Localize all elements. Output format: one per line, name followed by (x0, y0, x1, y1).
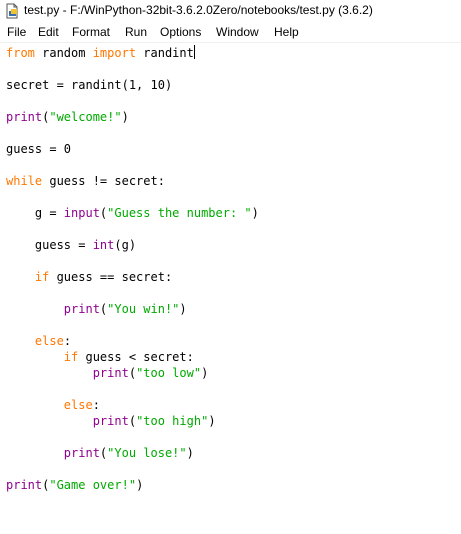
code-editor[interactable]: from random import randint secret = rand… (0, 43, 461, 534)
code-line[interactable]: from random import randint (6, 45, 195, 61)
code-line[interactable]: else: (6, 397, 100, 413)
string-token: "Game over!" (49, 478, 137, 492)
menu-help[interactable]: Help (274, 25, 299, 39)
code-text-token: ( (128, 414, 137, 428)
code-line[interactable]: print("You win!") (6, 301, 187, 317)
builtin-token: print (6, 110, 43, 124)
code-line[interactable]: print("Game over!") (6, 477, 143, 493)
code-text-token: ) (136, 478, 144, 492)
menu-bar: File Edit Format Run Options Window Help (0, 22, 461, 43)
code-line[interactable]: if guess == secret: (6, 269, 172, 285)
keyword-token: else (34, 334, 64, 348)
code-text-token: ( (128, 366, 137, 380)
code-line[interactable]: print("too low") (6, 365, 209, 381)
code-line[interactable]: print("too high") (6, 413, 216, 429)
string-token: "Guess the number: " (107, 206, 252, 220)
code-line[interactable]: guess = 0 (6, 141, 71, 157)
code-line[interactable]: g = input("Guess the number: ") (6, 205, 259, 221)
keyword-token: import (92, 46, 137, 60)
keyword-token: else (63, 398, 93, 412)
code-text-token: ) (186, 446, 194, 460)
code-text-token: (g) (114, 238, 137, 252)
code-text-token: : (63, 334, 72, 348)
code-line[interactable]: print("You lose!") (6, 445, 194, 461)
builtin-token: print (92, 414, 129, 428)
code-text-token: g = (6, 206, 64, 220)
code-text-token: ) (121, 110, 129, 124)
keyword-token: while (6, 174, 43, 188)
text-cursor (193, 45, 195, 59)
code-text-token: ) (201, 366, 209, 380)
menu-run[interactable]: Run (125, 25, 147, 39)
string-token: "too high" (136, 414, 209, 428)
code-line[interactable]: else: (6, 333, 71, 349)
code-line[interactable]: while guess != secret: (6, 173, 165, 189)
code-line[interactable]: secret = randint(1, 10) (6, 77, 172, 93)
keyword-token: if (34, 270, 50, 284)
code-text-token: guess = 0 (6, 142, 72, 156)
code-line[interactable]: if guess < secret: (6, 349, 194, 365)
keyword-token: if (63, 350, 79, 364)
builtin-token: print (63, 302, 100, 316)
window-title: test.py - F:/WinPython-32bit-3.6.2.0Zero… (24, 3, 373, 17)
menu-edit[interactable]: Edit (38, 25, 59, 39)
menu-options[interactable]: Options (160, 25, 201, 39)
code-text-token: ) (179, 302, 187, 316)
code-text-token: ) (208, 414, 216, 428)
builtin-token: print (92, 366, 129, 380)
idle-editor-window: test.py - F:/WinPython-32bit-3.6.2.0Zero… (0, 0, 461, 534)
code-text-token: secret = randint(1, 10) (6, 78, 173, 92)
title-bar[interactable]: test.py - F:/WinPython-32bit-3.6.2.0Zero… (0, 0, 461, 22)
code-text-token: : (92, 398, 100, 412)
builtin-token: print (63, 446, 100, 460)
code-text-token: ) (251, 206, 259, 220)
code-text-token: guess = (6, 238, 93, 252)
string-token: "too low" (136, 366, 202, 380)
code-line[interactable]: guess = int(g) (6, 237, 136, 253)
builtin-token: input (63, 206, 100, 220)
code-line[interactable]: print("welcome!") (6, 109, 129, 125)
builtin-token: print (6, 478, 43, 492)
menu-format[interactable]: Format (72, 25, 110, 39)
code-text-token: guess != secret: (42, 174, 165, 188)
idle-document-icon (6, 3, 18, 19)
code-text-token: random (34, 46, 93, 60)
code-text-token: guess < secret: (78, 350, 194, 364)
string-token: "You win!" (107, 302, 180, 316)
builtin-token: int (92, 238, 115, 252)
string-token: "welcome!" (49, 110, 122, 124)
code-text-token: guess == secret: (49, 270, 173, 284)
menu-window[interactable]: Window (216, 25, 259, 39)
keyword-token: from (6, 46, 35, 60)
menu-file[interactable]: File (7, 25, 26, 39)
code-text-token: randint (136, 46, 194, 60)
string-token: "You lose!" (107, 446, 187, 460)
